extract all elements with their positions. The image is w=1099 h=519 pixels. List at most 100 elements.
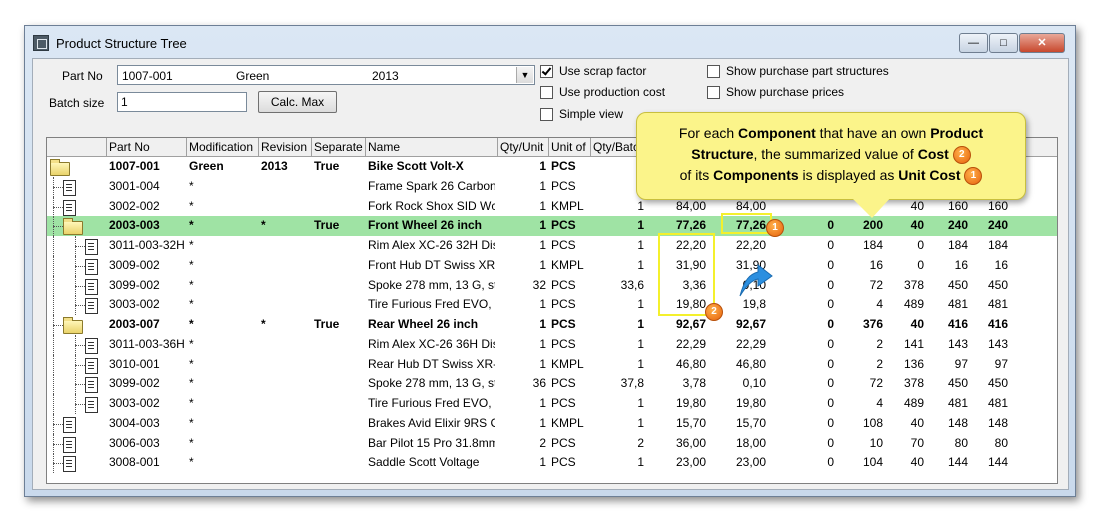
callout-line-3: of its Components is displayed as Unit C… <box>637 165 1025 186</box>
document-icon[interactable] <box>63 179 76 196</box>
cell-n4: 240 <box>947 218 968 233</box>
document-icon[interactable] <box>63 199 76 216</box>
column-header[interactable]: Revision <box>259 138 312 156</box>
document-icon[interactable] <box>85 337 98 354</box>
folder-icon[interactable] <box>50 159 70 176</box>
cell-rev: * <box>261 218 266 233</box>
cell-unit-cost: 46,80 <box>735 356 766 371</box>
cell-n1: 0 <box>827 455 834 470</box>
cell-rev: 2013 <box>261 159 288 173</box>
cell-unit-cost: 22,20 <box>735 238 766 252</box>
cell-cost: 36,00 <box>675 435 706 450</box>
cell-name: Saddle Scott Voltage <box>368 455 480 470</box>
maximize-button[interactable]: □ <box>989 33 1018 53</box>
cell-unit: PCS <box>551 178 576 193</box>
component-row[interactable]: 3006-003 * Bar Pilot 15 Pro 31.8mm 2 PCS 2 36,… <box>47 433 1057 454</box>
cell-n2: 16 <box>869 257 883 272</box>
cell-batch: 1 <box>637 198 644 213</box>
document-icon[interactable] <box>85 377 98 394</box>
document-icon[interactable] <box>63 456 76 473</box>
document-icon[interactable] <box>85 278 98 295</box>
assembly-row[interactable]: 2003-003 * * True Front Wheel 26 inch 1 PCS 1 77… <box>47 216 1057 237</box>
cell-name: Fork Rock Shox SID Wc <box>368 198 495 213</box>
cell-n5: 80 <box>994 435 1008 450</box>
part-revision-value: 2013 <box>372 69 399 83</box>
use-scrap-factor-checkbox[interactable]: Use scrap factor <box>540 64 646 78</box>
batch-size-input[interactable]: 1 <box>117 92 247 112</box>
cell-sep: True <box>314 159 340 173</box>
folder-icon[interactable] <box>63 218 83 236</box>
document-icon[interactable] <box>85 239 98 255</box>
product-structure-window: Product Structure Tree — □ ✕ Part No 100… <box>24 25 1076 497</box>
component-row[interactable]: 3099-002 * Spoke 278 mm, 13 G, sta 32 PCS 33,… <box>47 275 1057 296</box>
component-row[interactable]: 3010-001 * Rear Hub DT Swiss XR-l 1 KMPL 1 46,… <box>47 354 1057 375</box>
app-icon <box>33 35 49 51</box>
calc-max-button[interactable]: Calc. Max <box>258 91 337 113</box>
component-row[interactable]: 3003-002 * Tire Furious Fred EVO, 2 1 PCS 1 19… <box>47 394 1057 414</box>
column-header[interactable]: Part No <box>107 138 187 156</box>
tree-connector <box>47 334 107 355</box>
minimize-button[interactable]: — <box>959 33 988 53</box>
cell-n5: 450 <box>987 277 1008 292</box>
component-row[interactable]: 3011-003-32H * Rim Alex XC-26 32H Disc 1 PCS… <box>47 236 1057 256</box>
checkbox-checked-icon <box>540 64 553 78</box>
show-purchase-part-structures-checkbox[interactable]: Show purchase part structures <box>707 64 889 78</box>
show-purchase-prices-label: Show purchase prices <box>726 85 845 99</box>
cell-n3: 40 <box>910 218 924 233</box>
cell-part: 2003-003 <box>109 218 160 233</box>
column-header[interactable]: Qty/Unit <box>498 138 549 156</box>
cell-batch: 1 <box>637 455 644 470</box>
cell-qty: 1 <box>539 218 546 233</box>
cell-rev <box>261 355 309 374</box>
tree-connector <box>47 236 107 256</box>
column-header[interactable]: Separate <box>312 138 366 156</box>
close-button[interactable]: ✕ <box>1019 33 1065 53</box>
document-icon[interactable] <box>85 258 98 275</box>
cell-sep: True <box>314 317 340 331</box>
document-icon[interactable] <box>85 357 98 374</box>
cell-n1: 0 <box>827 297 834 312</box>
component-row[interactable]: 3008-001 * Saddle Scott Voltage 1 PCS 1 23,00 2… <box>47 453 1057 474</box>
cell-rev <box>261 335 309 354</box>
folder-icon[interactable] <box>63 317 83 334</box>
cell-n5: 450 <box>987 376 1008 391</box>
assembly-row[interactable]: 2003-007 * * True Rear Wheel 26 inch 1 PCS 1 92,… <box>47 315 1057 335</box>
cell-sep <box>314 414 363 433</box>
cell-n5: 184 <box>987 238 1008 252</box>
cell-name: Rim Alex XC-26 32H Disc <box>368 238 495 252</box>
component-row[interactable]: 3003-002 * Tire Furious Fred EVO, 2 1 PCS 1 19… <box>47 295 1057 316</box>
cell-name: Spoke 278 mm, 13 G, sta <box>368 376 495 391</box>
component-row[interactable]: 3099-002 * Spoke 278 mm, 13 G, sta 36 PCS 37,… <box>47 374 1057 395</box>
document-icon[interactable] <box>63 416 76 433</box>
cell-part: 3010-001 <box>109 356 160 371</box>
column-header[interactable]: Unit of <box>549 138 591 156</box>
cell-qty: 1 <box>539 238 546 252</box>
component-row[interactable]: 3004-003 * Brakes Avid Elixir 9RS C 1 KMPL 1 1… <box>47 413 1057 434</box>
use-production-cost-checkbox[interactable]: Use production cost <box>540 85 665 99</box>
tree-connector <box>47 453 107 474</box>
document-icon[interactable] <box>85 397 98 413</box>
part-no-combo[interactable]: 1007-001 Green 2013 ▼ <box>117 65 535 85</box>
component-row[interactable]: 3009-002 * Front Hub DT Swiss XR 1 KMPL 1 31,9… <box>47 255 1057 276</box>
column-header[interactable]: Name <box>366 138 498 156</box>
cell-batch: 1 <box>637 415 644 430</box>
tree-connector <box>47 157 107 177</box>
cell-unit: PCS <box>551 455 576 470</box>
cell-part: 3099-002 <box>109 376 160 391</box>
simple-view-checkbox[interactable]: Simple view <box>540 107 623 121</box>
cell-n4: 97 <box>954 356 968 371</box>
column-header[interactable] <box>47 138 107 156</box>
cell-n3: 70 <box>910 435 924 450</box>
chevron-down-icon[interactable]: ▼ <box>516 67 533 83</box>
cell-n1: 0 <box>827 238 834 252</box>
document-icon[interactable] <box>63 436 76 453</box>
cell-cost: 15,70 <box>675 415 706 430</box>
column-header[interactable]: Modification <box>187 138 259 156</box>
document-icon[interactable] <box>85 298 98 315</box>
component-row[interactable]: 3011-003-36H * Rim Alex XC-26 36H Disc 1 PCS… <box>47 334 1057 355</box>
tree-connector <box>47 196 107 217</box>
show-purchase-prices-checkbox[interactable]: Show purchase prices <box>707 85 844 99</box>
cell-part: 3099-002 <box>109 277 160 292</box>
callout-note: For each Component that have an own Prod… <box>636 112 1026 200</box>
cell-cost: 92,67 <box>675 317 706 331</box>
